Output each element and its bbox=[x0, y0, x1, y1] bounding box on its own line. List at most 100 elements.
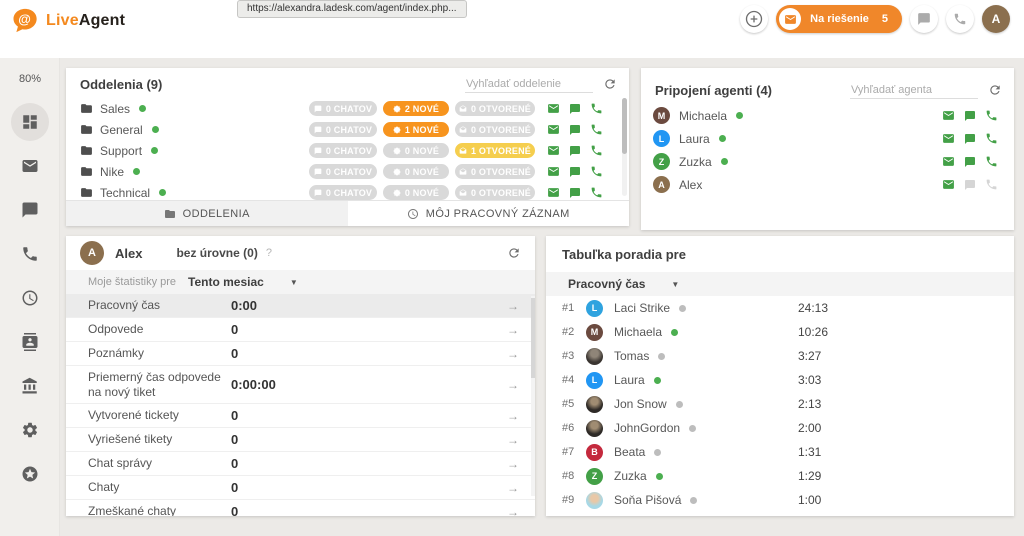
chat-icon[interactable] bbox=[964, 179, 976, 191]
to-solve-button[interactable]: Na riešenie 5 bbox=[776, 5, 902, 33]
leaderboard-row: #7BBeata1:31 bbox=[546, 440, 1014, 464]
stat-label: Poznámky bbox=[88, 346, 231, 361]
stat-row[interactable]: Vyriešené tikety0→ bbox=[66, 428, 535, 452]
mail-icon[interactable] bbox=[942, 155, 955, 168]
agent-name: Tomas bbox=[614, 349, 649, 363]
new-tickets-badge[interactable]: 0 NOVÉ bbox=[383, 185, 449, 200]
chat-icon bbox=[917, 12, 931, 26]
mail-icon[interactable] bbox=[942, 109, 955, 122]
add-button[interactable] bbox=[740, 5, 768, 33]
chats-badge[interactable]: 0 CHATOV bbox=[309, 164, 377, 179]
chats-button[interactable] bbox=[910, 5, 938, 33]
open-tickets-badge[interactable]: 1 OTVORENÉ bbox=[455, 143, 535, 158]
arrow-right-icon[interactable]: → bbox=[507, 378, 519, 392]
chat-icon[interactable] bbox=[569, 187, 581, 199]
phone-icon[interactable] bbox=[590, 144, 603, 157]
arrow-right-icon[interactable]: → bbox=[507, 481, 519, 495]
stat-row[interactable]: Chaty0→ bbox=[66, 476, 535, 500]
new-tickets-badge-label: 1 NOVÉ bbox=[405, 125, 439, 135]
stat-row[interactable]: Chat správy0→ bbox=[66, 452, 535, 476]
phone-icon[interactable] bbox=[985, 109, 998, 122]
mail-icon[interactable] bbox=[547, 123, 560, 136]
online-status-dot bbox=[658, 353, 665, 360]
arrow-right-icon[interactable]: → bbox=[507, 433, 519, 447]
chat-icon[interactable] bbox=[964, 133, 976, 145]
chat-icon[interactable] bbox=[964, 110, 976, 122]
phone-icon[interactable] bbox=[985, 132, 998, 145]
work-time-value: 3:03 bbox=[798, 373, 821, 387]
open-tickets-badge[interactable]: 0 OTVORENÉ bbox=[455, 185, 535, 200]
phone-icon bbox=[21, 245, 39, 263]
phone-icon[interactable] bbox=[590, 102, 603, 115]
stats-level: bez úrovne (0) bbox=[176, 246, 257, 260]
help-icon[interactable]: ? bbox=[266, 247, 272, 259]
arrow-right-icon[interactable]: → bbox=[507, 323, 519, 337]
user-avatar[interactable]: A bbox=[982, 5, 1010, 33]
departments-scrollbar[interactable] bbox=[622, 98, 627, 196]
open-tickets-badge[interactable]: 0 OTVORENÉ bbox=[455, 164, 535, 179]
phone-icon[interactable] bbox=[985, 178, 998, 191]
mail-icon[interactable] bbox=[942, 178, 955, 191]
sidebar-item-contacts[interactable] bbox=[0, 320, 60, 364]
stats-period-dropdown[interactable]: Tento mesiac bbox=[188, 275, 264, 289]
chat-icon[interactable] bbox=[964, 156, 976, 168]
stats-scrollbar[interactable] bbox=[531, 296, 535, 496]
new-tickets-badge[interactable]: 2 NOVÉ bbox=[383, 101, 449, 116]
stat-row[interactable]: Priemerný čas odpovede na nový tiket0:00… bbox=[66, 366, 535, 404]
tab-my-work-report[interactable]: MÔJ PRACOVNÝ ZÁZNAM bbox=[348, 201, 630, 226]
refresh-icon[interactable] bbox=[603, 77, 617, 91]
liveagent-logo[interactable]: @ LiveAgent bbox=[12, 8, 125, 33]
sidebar-item-dashboard[interactable] bbox=[0, 100, 60, 144]
stat-row[interactable]: Pracovný čas0:00→ bbox=[66, 294, 535, 318]
chat-icon[interactable] bbox=[569, 103, 581, 115]
mail-icon[interactable] bbox=[547, 102, 560, 115]
stat-row[interactable]: Vytvorené tickety0→ bbox=[66, 404, 535, 428]
chats-badge[interactable]: 0 CHATOV bbox=[309, 101, 377, 116]
chevron-down-icon[interactable]: ▼ bbox=[290, 278, 298, 287]
stat-row[interactable]: Poznámky0→ bbox=[66, 342, 535, 366]
phone-icon[interactable] bbox=[590, 186, 603, 199]
calls-button[interactable] bbox=[946, 5, 974, 33]
phone-icon[interactable] bbox=[590, 165, 603, 178]
refresh-icon[interactable] bbox=[988, 83, 1002, 97]
chevron-down-icon[interactable]: ▼ bbox=[671, 280, 679, 289]
sidebar-item-chat[interactable] bbox=[0, 188, 60, 232]
refresh-icon[interactable] bbox=[507, 246, 521, 260]
mail-icon[interactable] bbox=[547, 186, 560, 199]
chats-badge[interactable]: 0 CHATOV bbox=[309, 185, 377, 200]
arrow-right-icon[interactable]: → bbox=[507, 505, 519, 517]
mail-icon[interactable] bbox=[547, 144, 560, 157]
stat-row[interactable]: Zmeškané chaty0→ bbox=[66, 500, 535, 516]
open-tickets-badge[interactable]: 0 OTVORENÉ bbox=[455, 122, 535, 137]
open-tickets-badge[interactable]: 0 OTVORENÉ bbox=[455, 101, 535, 116]
sidebar-item-star-circle[interactable] bbox=[0, 452, 60, 496]
department-name: General bbox=[100, 123, 143, 137]
phone-icon[interactable] bbox=[590, 123, 603, 136]
department-search-input[interactable] bbox=[465, 76, 593, 93]
phone-icon[interactable] bbox=[985, 155, 998, 168]
arrow-right-icon[interactable]: → bbox=[507, 347, 519, 361]
sidebar-item-mail[interactable] bbox=[0, 144, 60, 188]
mail-icon[interactable] bbox=[942, 132, 955, 145]
arrow-right-icon[interactable]: → bbox=[507, 409, 519, 423]
tab-departments[interactable]: ODDELENIA bbox=[66, 201, 348, 226]
sidebar-item-phone[interactable] bbox=[0, 232, 60, 276]
arrow-right-icon[interactable]: → bbox=[507, 457, 519, 471]
agent-search-input[interactable] bbox=[850, 82, 978, 99]
chat-icon[interactable] bbox=[569, 166, 581, 178]
mail-icon[interactable] bbox=[547, 165, 560, 178]
new-tickets-badge[interactable]: 0 NOVÉ bbox=[383, 164, 449, 179]
chats-badge[interactable]: 0 CHATOV bbox=[309, 122, 377, 137]
avatar: Z bbox=[586, 468, 603, 485]
leaderboard-metric-dropdown[interactable]: Pracovný čas bbox=[568, 277, 645, 291]
chat-icon[interactable] bbox=[569, 145, 581, 157]
sidebar-item-clock[interactable] bbox=[0, 276, 60, 320]
chats-badge[interactable]: 0 CHATOV bbox=[309, 143, 377, 158]
arrow-right-icon[interactable]: → bbox=[507, 299, 519, 313]
chat-icon[interactable] bbox=[569, 124, 581, 136]
new-tickets-badge[interactable]: 0 NOVÉ bbox=[383, 143, 449, 158]
new-tickets-badge[interactable]: 1 NOVÉ bbox=[383, 122, 449, 137]
sidebar-item-bank[interactable] bbox=[0, 364, 60, 408]
stat-row[interactable]: Odpovede0→ bbox=[66, 318, 535, 342]
sidebar-item-gear[interactable] bbox=[0, 408, 60, 452]
